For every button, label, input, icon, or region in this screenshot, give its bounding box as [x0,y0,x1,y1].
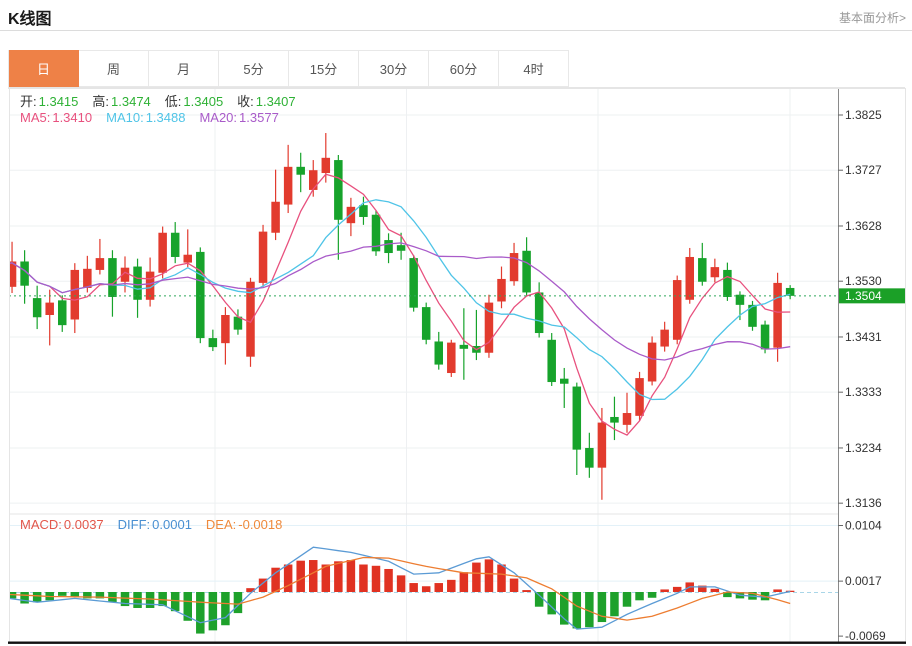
timeframe-tab-3[interactable]: 5分 [219,50,289,87]
current-price-badge: 1.3504 [839,288,905,303]
ma-legend: MA5:1.3410 MA10:1.3488 MA20:1.3577 [20,110,293,125]
svg-text:-0.0069: -0.0069 [845,629,886,643]
legend-item: MA10:1.3488 [106,110,185,125]
timeframe-tab-5[interactable]: 30分 [359,50,429,87]
svg-text:1.3825: 1.3825 [845,108,882,122]
gridlines [9,88,838,643]
svg-text:1.3333: 1.3333 [845,385,882,399]
macd-histogram [0,559,794,633]
ma20-line [0,243,790,360]
legend-item: 收:1.3407 [237,94,295,109]
legend-item: MA20:1.3577 [199,110,278,125]
candles-layer [0,133,794,500]
svg-text:1.3504: 1.3504 [845,289,882,303]
timeframe-tab-0[interactable]: 日 [9,50,79,87]
ohlc-legend: 开:1.3415 高:1.3474 低:1.3405 收:1.3407 [20,91,310,110]
ma5-line [0,174,790,435]
bottom-border [8,642,906,644]
timeframe-tab-7[interactable]: 4时 [499,50,569,87]
legend-item: MACD:0.0037 [20,517,104,532]
timeframe-tab-1[interactable]: 周 [79,50,149,87]
svg-text:1.3530: 1.3530 [845,274,882,288]
tabbar-baseline [8,87,905,88]
timeframe-tabs: 日周月5分15分30分60分4时 [8,50,569,87]
svg-text:1.3234: 1.3234 [845,441,882,455]
dea-line [0,558,790,621]
svg-text:1.3628: 1.3628 [845,219,882,233]
legend-item: MA5:1.3410 [20,110,92,125]
legend-item: DEA:-0.0018 [206,517,282,532]
timeframe-tab-6[interactable]: 60分 [429,50,499,87]
svg-text:1.3136: 1.3136 [845,496,882,510]
legend-item: 开:1.3415 [20,94,78,109]
legend-item: 高:1.3474 [92,94,150,109]
svg-text:1.3431: 1.3431 [845,330,882,344]
timeframe-tab-2[interactable]: 月 [149,50,219,87]
legend-item: DIFF:0.0001 [118,517,192,532]
price-axis: 1.3825 1.3727 1.3628 1.3530 1.3431 1.3333 1.32… [8,88,906,643]
legend-item: 低:1.3405 [165,94,223,109]
svg-text:0.0104: 0.0104 [845,519,882,533]
timeframe-tab-4[interactable]: 15分 [289,50,359,87]
svg-text:1.3727: 1.3727 [845,163,882,177]
macd-legend: MACD:0.0037 DIFF:0.0001 DEA:-0.0018 [20,517,296,532]
svg-text:0.0017: 0.0017 [845,574,882,588]
ma10-line [0,200,790,400]
